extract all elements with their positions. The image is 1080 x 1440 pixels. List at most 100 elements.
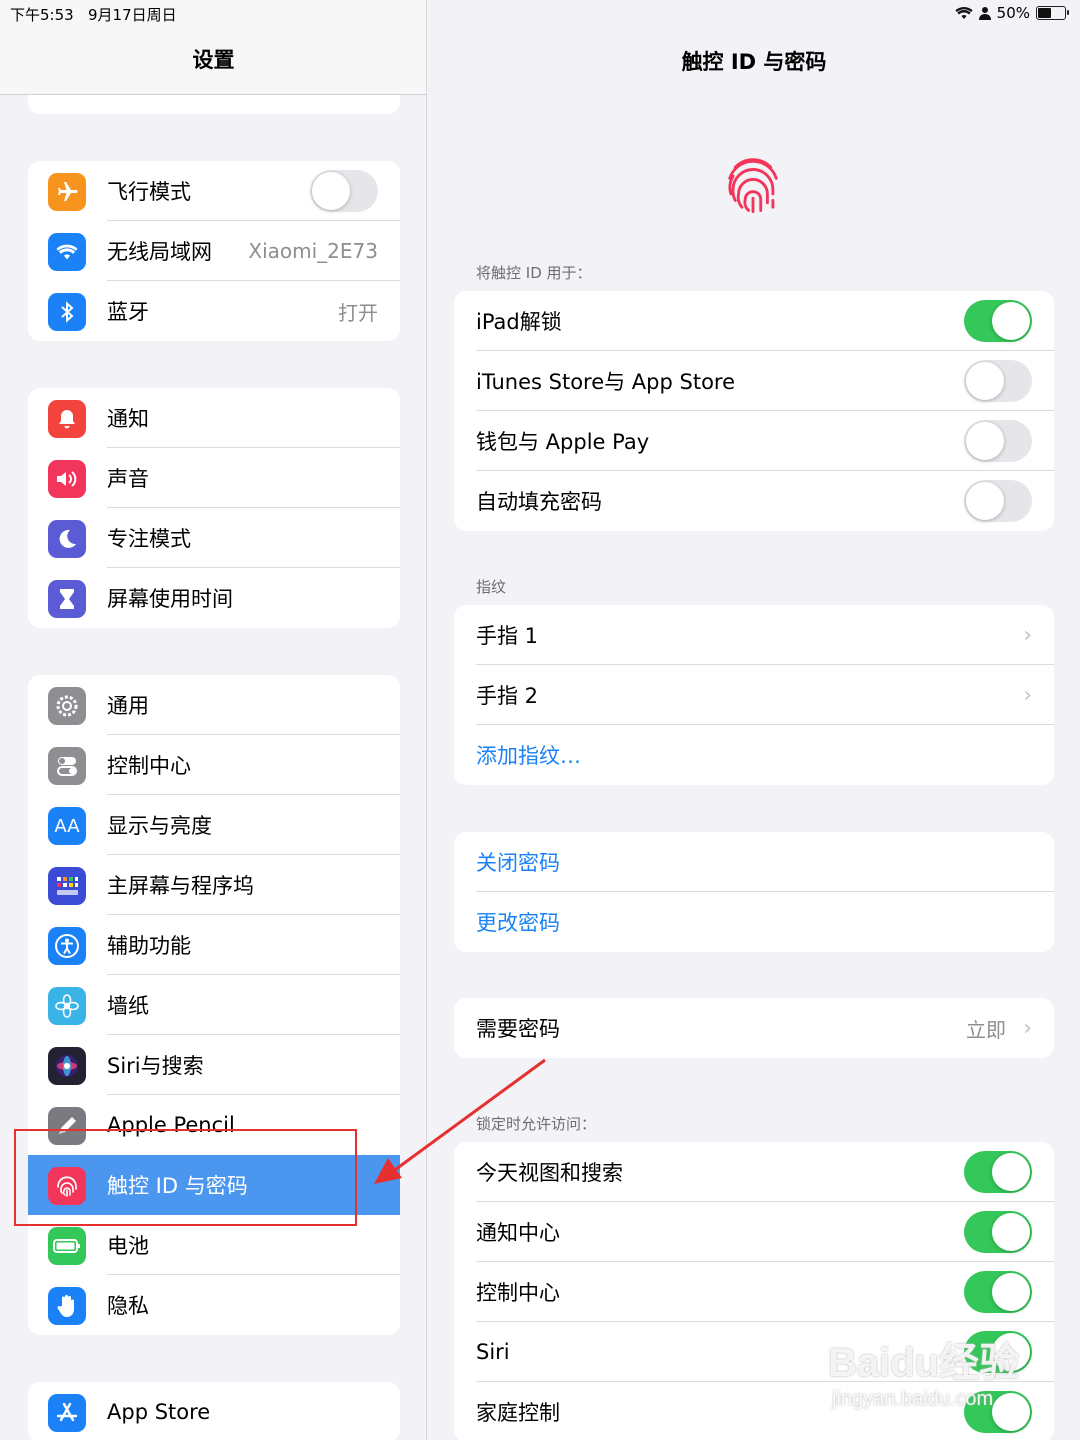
chevron-right-icon: › <box>1023 1015 1032 1041</box>
passcode-actions-group: 关闭密码 更改密码 <box>454 832 1054 952</box>
battery-percent: 50% <box>996 4 1030 22</box>
detail-title: 触控 ID 与密码 <box>681 50 827 74</box>
row-label: 家庭控制 <box>476 1401 560 1425</box>
sidebar-item-airplane[interactable]: 飞行模式 <box>28 161 400 221</box>
general-group: 通用 控制中心 AA 显示与亮度 主屏幕与程序坞 辅助功能 墙纸 Siri与搜索… <box>28 675 400 1335</box>
siri-icon <box>48 1047 86 1085</box>
sidebar-item-label: 隐私 <box>107 1294 149 1318</box>
speaker-icon <box>48 460 86 498</box>
row-label: Siri <box>476 1340 510 1364</box>
sidebar-item-label: 屏幕使用时间 <box>107 587 233 611</box>
use-for-group: iPad解锁 iTunes Store与 App Store 钱包与 Apple… <box>454 291 1054 531</box>
row-label: 今天视图和搜索 <box>476 1161 623 1185</box>
today-view-toggle[interactable] <box>964 1151 1032 1193</box>
autofill-passwords-toggle[interactable] <box>964 480 1032 522</box>
sidebar-item-home-screen[interactable]: 主屏幕与程序坞 <box>28 855 400 915</box>
sidebar-item-label: 主屏幕与程序坞 <box>107 874 254 898</box>
change-passcode-label: 更改密码 <box>476 911 560 935</box>
row-label: iTunes Store与 App Store <box>476 370 736 394</box>
require-passcode-group: 需要密码 立即 › <box>454 998 1054 1058</box>
connectivity-group: 飞行模式 无线局域网 Xiaomi_2E73 蓝牙 打开 <box>28 161 400 341</box>
sidebar-item-label: Siri与搜索 <box>107 1054 204 1078</box>
control-center-row: 控制中心 <box>454 1262 1054 1322</box>
sidebar-item-label: 蓝牙 <box>107 300 149 324</box>
sidebar-item-screen-time[interactable]: 屏幕使用时间 <box>28 568 400 628</box>
hourglass-icon <box>48 580 86 618</box>
row-label: 手指 2 <box>476 684 539 708</box>
row-label: iPad解锁 <box>476 310 562 334</box>
notification-center-row: 通知中心 <box>454 1202 1054 1262</box>
touch-id-detail-pane: 触控 ID 与密码 将触控 ID 用于： iPad解锁 iTunes Store… <box>428 0 1080 1440</box>
change-passcode-button[interactable]: 更改密码 <box>454 892 1054 952</box>
fingerprints-group: 手指 1 › 手指 2 › 添加指纹… <box>454 605 1054 785</box>
fingerprint-row[interactable]: 手指 2 › <box>454 665 1054 725</box>
status-right: 50% <box>955 4 1069 22</box>
sidebar-item-wallpaper[interactable]: 墙纸 <box>28 975 400 1035</box>
add-fingerprint-label: 添加指纹… <box>476 744 581 768</box>
sidebar-item-label: 辅助功能 <box>107 934 191 958</box>
airplane-toggle[interactable] <box>310 170 378 212</box>
fingerprint-row[interactable]: 手指 1 › <box>454 605 1054 665</box>
bluetooth-value: 打开 <box>338 300 378 325</box>
sidebar-item-label: 通知 <box>107 407 149 431</box>
sidebar-item-label: 显示与亮度 <box>107 814 212 838</box>
notifications-group: 通知 声音 专注模式 屏幕使用时间 <box>28 388 400 628</box>
row-label: 手指 1 <box>476 624 539 648</box>
itunes-app-store-toggle[interactable] <box>964 360 1032 402</box>
control-center-toggle[interactable] <box>964 1271 1032 1313</box>
status-time: 下午5:53 9月17日周日 <box>10 6 177 24</box>
sidebar-item-display[interactable]: AA 显示与亮度 <box>28 795 400 855</box>
sidebar-item-label: 墙纸 <box>107 994 149 1018</box>
accessibility-icon <box>48 927 86 965</box>
sidebar-item-control-center[interactable]: 控制中心 <box>28 735 400 795</box>
wallet-apple-pay-row: 钱包与 Apple Pay <box>454 411 1054 471</box>
sidebar-item-accessibility[interactable]: 辅助功能 <box>28 915 400 975</box>
chevron-right-icon: › <box>1023 622 1032 648</box>
moon-icon <box>48 520 86 558</box>
wifi-status-icon <box>955 7 973 19</box>
wifi-icon <box>48 233 86 271</box>
sidebar-item-focus[interactable]: 专注模式 <box>28 508 400 568</box>
row-label: 通知中心 <box>476 1221 560 1245</box>
switches-icon <box>48 747 86 785</box>
ipad-unlock-toggle[interactable] <box>964 300 1032 342</box>
turn-off-passcode-label: 关闭密码 <box>476 851 560 875</box>
add-fingerprint-button[interactable]: 添加指纹… <box>454 725 1054 785</box>
today-view-row: 今天视图和搜索 <box>454 1142 1054 1202</box>
sidebar-item-wifi[interactable]: 无线局域网 Xiaomi_2E73 <box>28 221 400 281</box>
sidebar-item-label: 控制中心 <box>107 754 191 778</box>
turn-off-passcode-button[interactable]: 关闭密码 <box>454 832 1054 892</box>
autofill-passwords-row: 自动填充密码 <box>454 471 1054 531</box>
appstore-icon <box>48 1394 86 1432</box>
battery-indicator-icon <box>1036 6 1069 20</box>
wallet-apple-pay-toggle[interactable] <box>964 420 1032 462</box>
itunes-app-store-row: iTunes Store与 App Store <box>454 351 1054 411</box>
watermark-url: jingyan.baidu.com <box>832 1388 994 1410</box>
sidebar-item-siri[interactable]: Siri与搜索 <box>28 1035 400 1095</box>
use-for-section-header: 将触控 ID 用于： <box>476 264 592 282</box>
sidebar-item-label: 通用 <box>107 694 149 718</box>
wifi-network-value: Xiaomi_2E73 <box>248 239 378 263</box>
text-size-icon: AA <box>48 807 86 845</box>
sidebar-item-label: 声音 <box>107 467 149 491</box>
hand-icon <box>48 1287 86 1325</box>
person-status-icon <box>978 7 991 20</box>
sidebar-item-privacy[interactable]: 隐私 <box>28 1275 400 1335</box>
sidebar-title: 设置 <box>192 48 235 72</box>
fingerprints-section-header: 指纹 <box>476 578 507 596</box>
sidebar-item-general[interactable]: 通用 <box>28 675 400 735</box>
battery-icon <box>48 1227 86 1265</box>
gear-icon <box>48 687 86 725</box>
sidebar-item-bluetooth[interactable]: 蓝牙 打开 <box>28 281 400 341</box>
notification-center-toggle[interactable] <box>964 1211 1032 1253</box>
store-group: App Store <box>28 1382 400 1440</box>
chevron-right-icon: › <box>1023 682 1032 708</box>
row-label: 需要密码 <box>476 1017 560 1041</box>
require-passcode-row[interactable]: 需要密码 立即 › <box>454 998 1054 1058</box>
bell-icon <box>48 400 86 438</box>
sidebar-item-sounds[interactable]: 声音 <box>28 448 400 508</box>
sidebar-item-notifications[interactable]: 通知 <box>28 388 400 448</box>
sidebar-item-label: 飞行模式 <box>107 180 191 204</box>
sidebar-item-app-store[interactable]: App Store <box>28 1382 400 1440</box>
airplane-icon <box>48 173 86 211</box>
